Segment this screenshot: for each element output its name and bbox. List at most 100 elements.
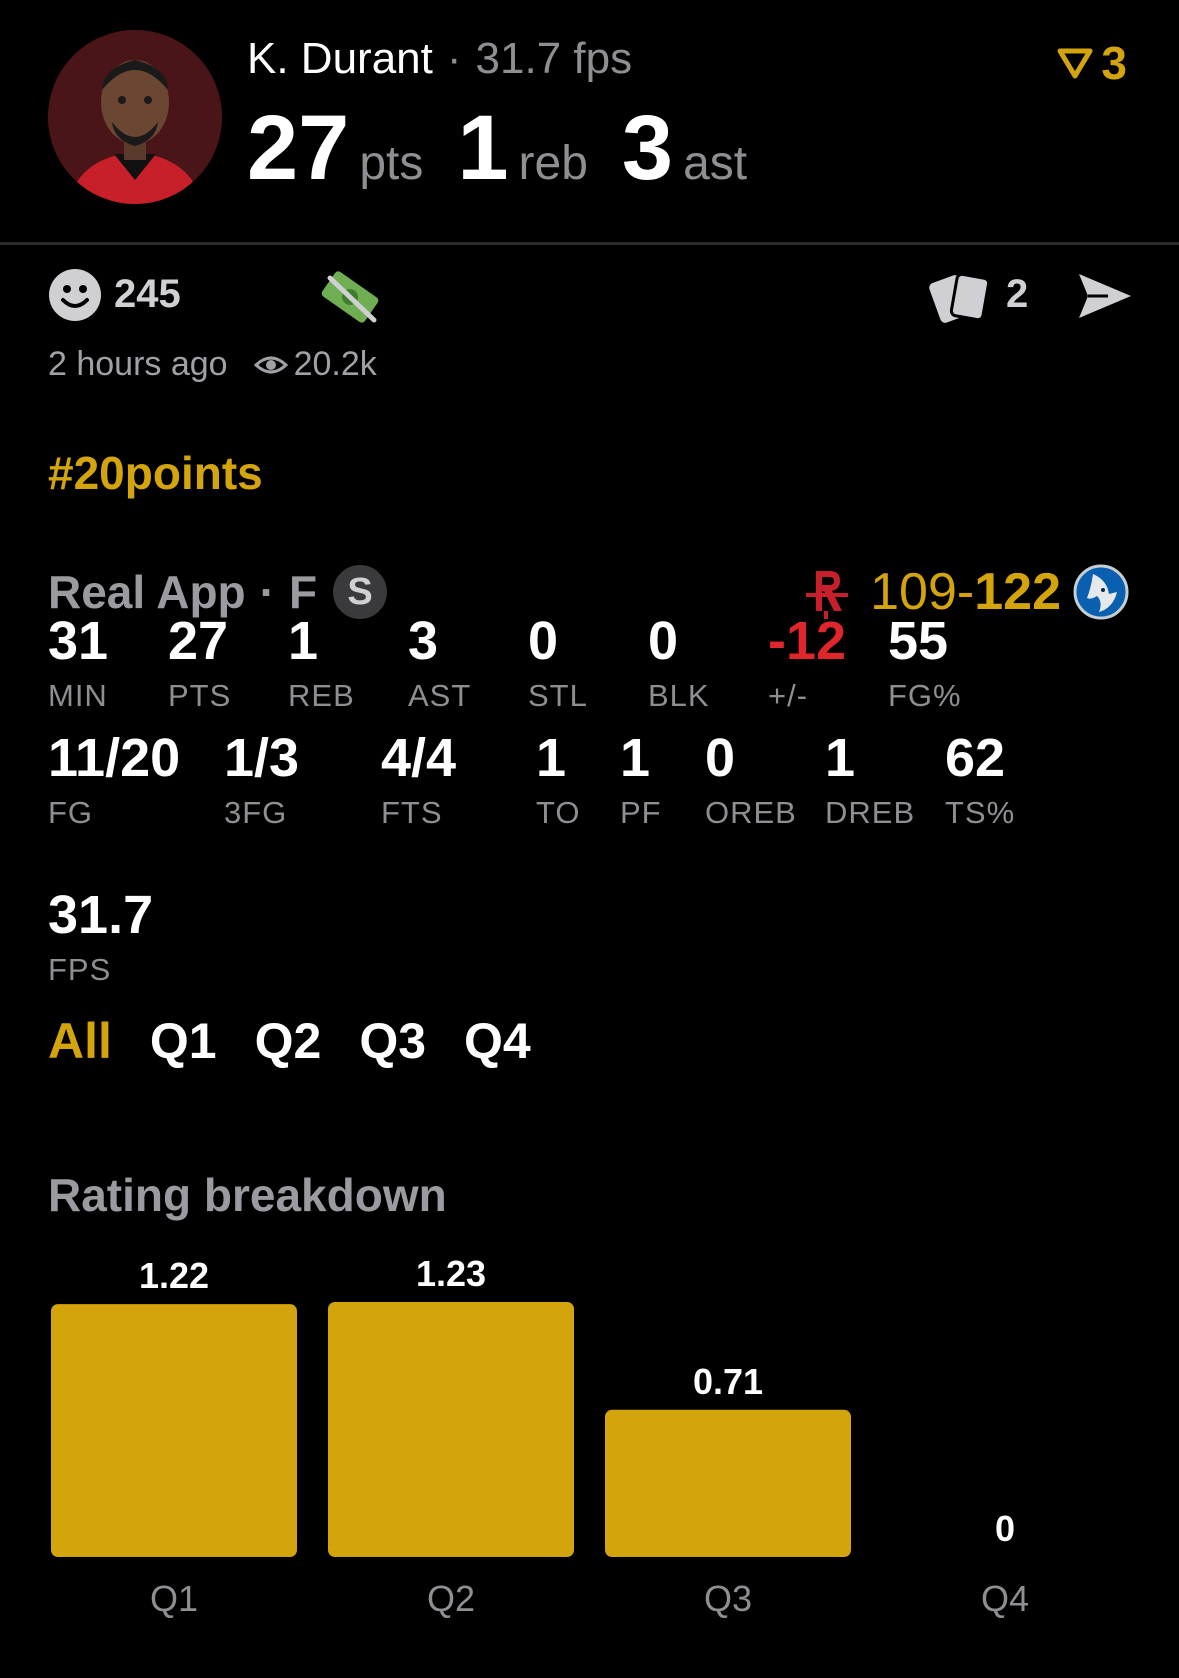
player-name-line: K. Durant · 31.7 fps [247,34,632,84]
assists-value: 3 [621,97,674,199]
stat-label: +/- [768,678,809,713]
tab-all[interactable]: All [48,1012,112,1070]
stat-oreb: 0 OREB [705,731,797,831]
stat-min: 31 MIN [48,614,108,714]
status-badge: S [333,565,388,619]
bar-value-label: 0 [995,1508,1015,1549]
stat-label: AST [408,678,472,713]
stat-value: 3 [408,611,439,671]
stat-label: FPS [48,952,112,987]
bar-q3[interactable] [605,1409,851,1557]
stat-pf: 1 PF [620,731,662,831]
headline-stats: 27 pts 1 reb 3 ast [247,96,781,201]
stat-to: 1 TO [536,731,581,831]
rating-breakdown-chart: 1.22 Q1 1.23 Q2 0.71 Q3 0 Q4 [51,1253,1029,1619]
cards-icon[interactable] [926,270,994,326]
stat-label: PF [620,795,662,830]
view-count: 20.2k [293,345,377,383]
stat-value: 27 [168,611,229,671]
rebounds-value: 1 [457,97,509,199]
stat-value: 1 [288,611,319,671]
stat-label: PTS [168,678,232,713]
stat-label: OREB [705,795,797,830]
points-value: 27 [247,97,350,199]
separator-dot: · [259,566,275,618]
stat-3fg: 1/3 3FG [224,731,299,831]
rank-badge[interactable]: 3 [1057,36,1127,90]
category-label: Q1 [150,1578,198,1619]
stat-value: 11/20 [48,728,181,788]
stat-fts: 4/4 FTS [381,731,456,831]
stat-label: TS% [945,795,1016,830]
stat-value: 55 [888,611,949,671]
stat-value: 1/3 [224,728,300,788]
stat-fps: 31.7 FPS [48,888,153,988]
stat-blk: 0 BLK [648,614,710,714]
bar-value-label: 1.23 [416,1253,486,1294]
bar-value-label: 1.22 [139,1255,209,1296]
stat-label: 3FG [224,795,288,830]
opponent-score: 122 [974,563,1061,621]
category-label: Q2 [427,1578,475,1619]
stat-ast: 3 AST [408,614,471,714]
stat-plus-minus: -12 +/- [768,614,846,714]
rank-count: 3 [1101,37,1127,89]
stat-label: DREB [825,795,916,830]
stat-pts: 27 PTS [168,614,231,714]
bar-value-label: 0.71 [693,1361,763,1402]
bar-q2[interactable] [328,1302,574,1557]
stat-value: 62 [945,728,1006,788]
tab-q2[interactable]: Q2 [255,1012,322,1070]
points-unit: pts [359,137,424,190]
category-label: Q4 [981,1578,1029,1619]
tab-q3[interactable]: Q3 [359,1012,426,1070]
stat-label: FTS [381,795,443,830]
mavericks-logo-icon [1073,564,1129,620]
stat-value: 31.7 [48,885,154,945]
post-meta: 2 hours ago 20.2k [48,345,377,384]
stat-value: 1 [620,728,651,788]
chart-title: Rating breakdown [48,1169,447,1221]
stat-value: 31 [48,611,109,671]
time-ago: 2 hours ago [48,345,228,383]
stat-reb: 1 REB [288,614,355,714]
stat-value: 0 [528,611,559,671]
stat-dreb: 1 DREB [825,731,915,831]
hashtag-link[interactable]: #20points [48,446,263,500]
stat-fg-pct: 55 FG% [888,614,962,714]
reactions-row: 245 2 [48,268,1133,328]
rebounds-unit: reb [518,137,588,190]
stat-value: -12 [768,611,847,671]
stat-fg: 11/20 FG [48,731,180,831]
stat-label: BLK [648,678,710,713]
game-score[interactable]: 109-122 [802,562,1129,622]
bar-q1[interactable] [51,1304,297,1557]
stat-value: 0 [705,728,736,788]
stat-label: FG [48,795,94,830]
filter-funnel-icon [1057,48,1093,79]
player-name[interactable]: K. Durant [247,34,433,83]
stat-label: TO [536,795,581,830]
cards-count: 2 [1006,272,1029,316]
stat-label: MIN [48,678,108,713]
stat-stl: 0 STL [528,614,588,714]
money-bill-icon[interactable] [318,268,382,326]
stat-label: STL [528,678,588,713]
stat-value: 4/4 [381,728,457,788]
player-avatar[interactable] [48,30,222,204]
score-dash: - [956,563,975,621]
tab-q4[interactable]: Q4 [464,1012,531,1070]
fps-summary: 31.7 fps [475,34,633,83]
stat-value: 1 [536,728,567,788]
send-icon[interactable] [1076,270,1134,322]
smiley-face-icon[interactable] [48,268,102,322]
category-label: Q3 [704,1578,752,1619]
separator-dot: · [446,34,462,83]
reaction-count: 245 [114,272,181,316]
tab-q1[interactable]: Q1 [150,1012,217,1070]
header-divider [0,242,1179,245]
stat-label: FG% [888,678,962,713]
stat-value: 0 [648,611,679,671]
stat-label: REB [288,678,355,713]
stat-value: 1 [825,728,856,788]
